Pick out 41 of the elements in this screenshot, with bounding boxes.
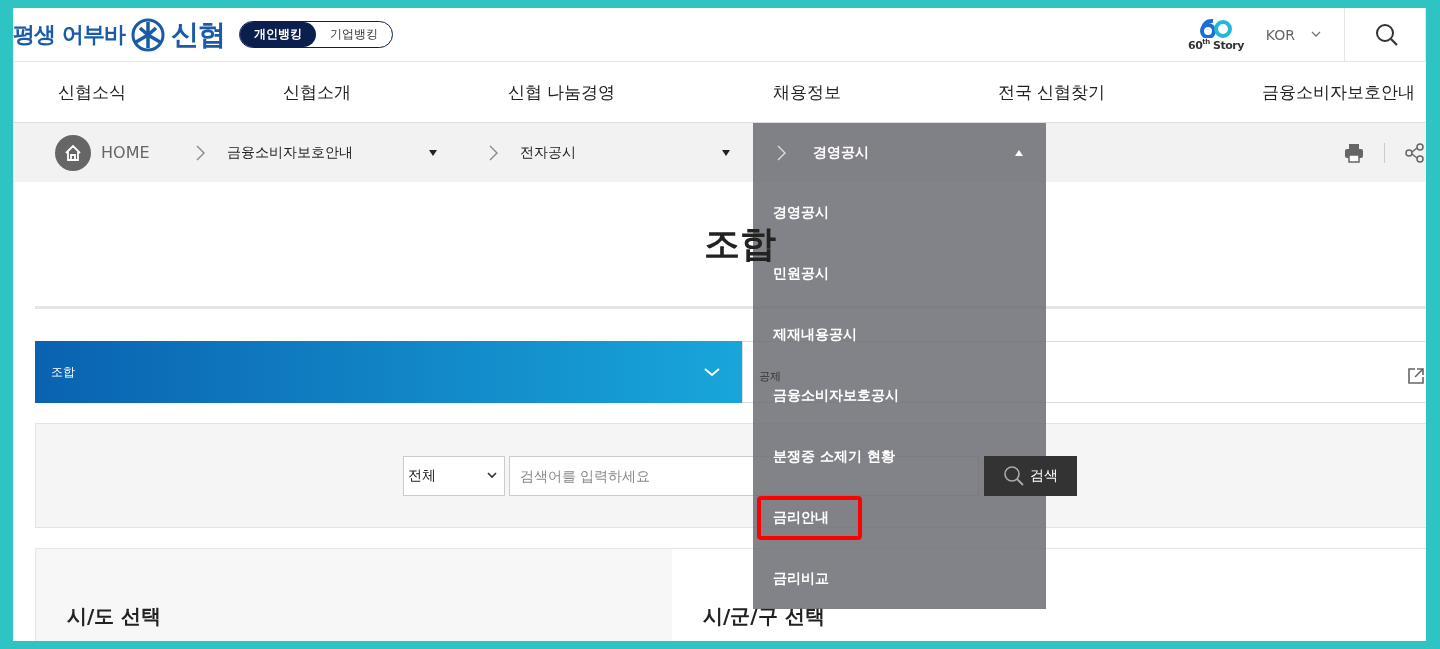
chevron-down-icon <box>704 367 720 377</box>
anniversary-label[interactable]: 60$^{th}$ Story <box>1188 37 1244 52</box>
search-icon[interactable] <box>1376 23 1398 46</box>
chevron-right-icon <box>488 144 499 161</box>
banking-tab[interactable]: 기업뱅킹 <box>315 22 392 47</box>
tab[interactable]: 조합 <box>35 341 742 403</box>
emblem-icon <box>130 17 165 52</box>
nav-link[interactable]: 신협소개 <box>283 80 352 104</box>
search-icon <box>1003 465 1024 486</box>
nav-link[interactable]: 신협소식 <box>58 80 126 104</box>
scope-select[interactable]: 전체 <box>403 455 505 496</box>
print-icon <box>1344 142 1364 163</box>
region-select-title: 시/도 선택 <box>36 549 672 641</box>
menu-item[interactable]: 경영공시 <box>773 203 829 222</box>
breadcrumb-dropdown[interactable]: 금융소비자보호안내 <box>188 143 448 162</box>
nav-link[interactable]: 신협 나눔경영 <box>508 80 616 104</box>
chevron-down-icon <box>1311 31 1321 38</box>
home-link[interactable]: HOME <box>101 143 150 162</box>
home-button[interactable] <box>55 134 91 171</box>
banking-tab[interactable]: 개인뱅킹 <box>239 22 316 47</box>
share-icon <box>1405 142 1424 163</box>
chevron-right-icon <box>776 144 787 161</box>
menu-item[interactable]: 금융소비자보호공시 <box>773 386 899 405</box>
nav-link[interactable]: 전국 신협찾기 <box>997 80 1105 104</box>
house-icon <box>64 143 82 162</box>
menu-item[interactable]: 제재내용공시 <box>773 325 857 344</box>
chevron-right-icon <box>195 144 206 161</box>
language-selector[interactable]: KOR <box>1265 26 1295 43</box>
logo-name: 신협 <box>170 16 225 53</box>
sixty-mark-icon <box>1198 17 1233 38</box>
external-link-icon <box>1408 368 1424 384</box>
breadcrumb-dropdown-header[interactable]: 경영공시 <box>753 123 1046 182</box>
nav-link[interactable]: 금융소비자보호안내 <box>1261 80 1415 104</box>
search-button[interactable]: 검색 <box>984 455 1077 496</box>
chevron-down-icon <box>487 472 497 479</box>
menu-item[interactable]: 민원공시 <box>773 264 829 283</box>
menu-item[interactable]: 금리비교 <box>773 569 829 588</box>
logo-slogan: 평생 어부바 <box>13 20 125 49</box>
nav-link[interactable]: 채용정보 <box>772 80 841 104</box>
menu-item[interactable]: 금리안내 <box>757 495 862 540</box>
breadcrumb-dropdown[interactable]: 전자공시 <box>481 143 741 162</box>
